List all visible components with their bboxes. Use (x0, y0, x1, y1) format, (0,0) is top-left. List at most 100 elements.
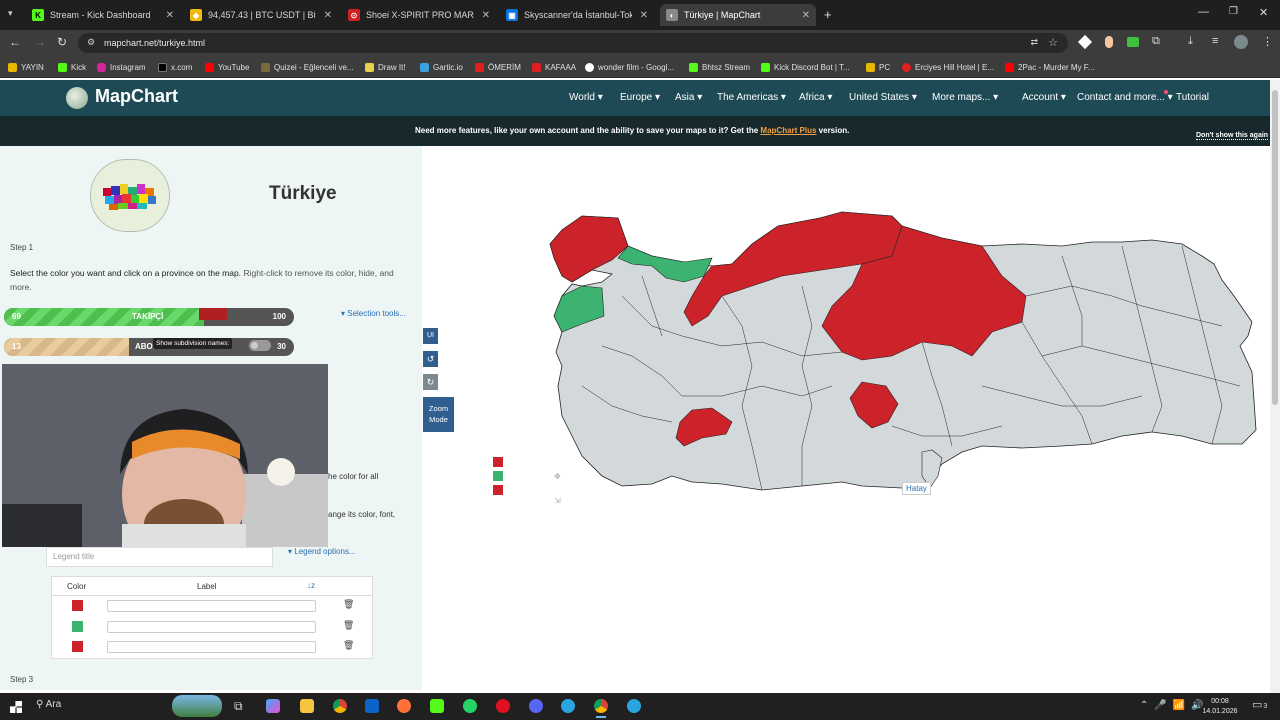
search-highlight-icon[interactable] (172, 695, 222, 717)
notifications-icon[interactable]: ▭3 (1252, 698, 1267, 711)
selection-tools-link[interactable]: ▾ Selection tools... (341, 309, 406, 318)
tab-title: Stream - Kick Dashboard (50, 10, 151, 20)
close-tab-icon[interactable]: ✕ (640, 10, 648, 21)
kick-app-icon[interactable] (430, 699, 444, 713)
nav-account[interactable]: Account ▾ (1022, 80, 1066, 116)
address-bar[interactable]: ⚙ mapchart.net/turkiye.html ⇄ ☆ (78, 33, 1068, 53)
bookmark-item[interactable]: Bhtsz Stream (689, 60, 750, 74)
tab-skyscanner[interactable]: ▣ Skyscanner'da İstanbul-Tokyo ✕ (502, 4, 654, 26)
close-tab-icon[interactable]: ✕ (166, 10, 174, 21)
avatar[interactable] (1234, 35, 1248, 49)
restore-button[interactable]: ❐ (1229, 6, 1238, 17)
bookmark-star-icon[interactable]: ☆ (1048, 36, 1058, 49)
legend-label-input[interactable] (107, 641, 316, 653)
close-tab-icon[interactable]: ✕ (324, 10, 332, 21)
dismiss-banner-link[interactable]: Don't show this again (1196, 132, 1269, 140)
taskbar-search[interactable]: ⚲ Ara (36, 699, 166, 715)
back-icon[interactable]: ← (9, 35, 21, 49)
tab-search-icon[interactable]: ▾ (8, 8, 20, 20)
telegram-icon[interactable] (561, 699, 575, 713)
tab-shoei[interactable]: ⊙ Shoei X-SPIRIT PRO MARQUEZ ✕ (344, 4, 496, 26)
legend-label-input[interactable] (107, 621, 316, 633)
tab-title: 94,457.43 | BTC USDT | Bitcoin (208, 10, 316, 20)
youtube-icon (475, 62, 484, 72)
browser-tab-bar: ▾ K Stream - Kick Dashboard ✕ ◆ 94,457.4… (0, 0, 1280, 30)
new-tab-button[interactable]: + (824, 7, 832, 22)
clock[interactable]: 00:08 14.01.2026 (1200, 697, 1240, 717)
legend-options-link[interactable]: ▾ Legend options... (288, 547, 356, 556)
firefox-icon[interactable] (397, 699, 411, 713)
menu-icon[interactable]: ⋮ (1262, 35, 1273, 48)
page-scrollbar[interactable] (1270, 80, 1280, 693)
nav-united-states[interactable]: United States ▾ (849, 80, 917, 116)
outlook-icon[interactable] (365, 699, 379, 713)
bookmark-item[interactable]: wonder film - Googl... (585, 60, 674, 74)
legend-label-input[interactable] (107, 600, 316, 612)
nav-more-maps[interactable]: More maps... ▾ (932, 80, 998, 116)
bookmark-item[interactable]: Draw It! (365, 60, 406, 74)
tab-kick-dashboard[interactable]: K Stream - Kick Dashboard ✕ (28, 4, 180, 26)
nav-asia[interactable]: Asia ▾ (675, 80, 702, 116)
bookmark-item[interactable]: PC (866, 60, 890, 74)
sort-icon[interactable]: ↓z (307, 581, 315, 590)
delete-icon[interactable]: 🗑 (343, 640, 354, 651)
opera-icon[interactable] (496, 699, 510, 713)
bookmark-item[interactable]: Kick (58, 60, 86, 74)
bookmark-item[interactable]: ÖMERİM (475, 60, 521, 74)
bookmark-item[interactable]: 2Pac - Murder My F... (1005, 60, 1094, 74)
bookmark-item[interactable]: x.com (158, 60, 192, 74)
whatsapp-icon[interactable] (463, 699, 477, 713)
bookmark-item[interactable]: Kick Discord Bot | T... (761, 60, 850, 74)
chrome-active-icon[interactable] (594, 699, 608, 713)
bookmark-item[interactable]: KAFAAA (532, 60, 576, 74)
show-names-toggle[interactable] (249, 340, 271, 351)
legend-color-swatch[interactable] (72, 600, 83, 611)
delete-icon[interactable]: 🗑 (343, 620, 354, 631)
file-explorer-icon[interactable] (300, 699, 314, 713)
active-app-indicator (596, 716, 606, 718)
extension-icon[interactable] (1127, 37, 1139, 47)
bookmark-item[interactable]: YAYIN (8, 60, 44, 74)
close-tab-icon[interactable]: ✕ (482, 10, 490, 21)
turkey-map[interactable] (422, 146, 1270, 690)
site-info-icon[interactable]: ⚙ (87, 37, 95, 48)
bookmark-item[interactable]: Quizei - Eğlenceli ve... (261, 60, 354, 74)
puzzle-icon[interactable]: ⧉ (1152, 35, 1160, 48)
chrome-icon[interactable] (333, 699, 347, 713)
task-view-icon[interactable]: ⧉ (234, 699, 243, 714)
download-icon[interactable]: ⤓ (1188, 35, 1193, 48)
tab-mapchart[interactable]: ◐ Türkiye | MapChart ✕ (660, 4, 816, 26)
mapchart-plus-link[interactable]: MapChart Plus (760, 126, 816, 135)
app-icon[interactable] (627, 699, 641, 713)
tab-title: Türkiye | MapChart (684, 10, 761, 20)
close-window-button[interactable]: ✕ (1259, 6, 1268, 19)
reload-icon[interactable]: ↻ (57, 35, 67, 49)
bookmark-item[interactable]: Gartic.io (420, 60, 463, 74)
nav-europe[interactable]: Europe ▾ (620, 80, 660, 116)
forward-icon[interactable]: → (34, 35, 46, 49)
legend-title-input[interactable]: Legend title (46, 547, 273, 567)
bookmark-item[interactable]: YouTube (205, 60, 249, 74)
scrollbar-thumb[interactable] (1272, 90, 1278, 405)
nav-contact[interactable]: Contact and more... ▾ (1077, 80, 1173, 116)
site-logo[interactable]: MapChart (95, 86, 178, 107)
legend-color-swatch[interactable] (72, 641, 83, 652)
bookmark-item[interactable]: Erciyes Hill Hotel | E... (902, 60, 994, 74)
extension-icon[interactable] (1105, 36, 1113, 48)
bookmark-item[interactable]: Instagram (97, 60, 146, 74)
extension-icon[interactable] (1077, 34, 1093, 50)
nav-africa[interactable]: Africa ▾ (799, 80, 832, 116)
translate-icon[interactable]: ⇄ (1030, 37, 1038, 48)
discord-icon[interactable] (529, 699, 543, 713)
tab-search-list-icon[interactable]: ≡ (1212, 35, 1218, 47)
delete-icon[interactable]: 🗑 (343, 599, 354, 610)
nav-tutorial[interactable]: Tutorial (1176, 80, 1209, 116)
nav-americas[interactable]: The Americas ▾ (717, 80, 786, 116)
mapchart-logo-icon[interactable] (66, 87, 88, 109)
nav-world[interactable]: World ▾ (569, 80, 603, 116)
legend-color-swatch[interactable] (72, 621, 83, 632)
copilot-icon[interactable] (266, 699, 280, 713)
minimize-button[interactable]: — (1198, 6, 1209, 18)
tab-btc[interactable]: ◆ 94,457.43 | BTC USDT | Bitcoin ✕ (186, 4, 338, 26)
close-tab-icon[interactable]: ✕ (802, 10, 810, 21)
